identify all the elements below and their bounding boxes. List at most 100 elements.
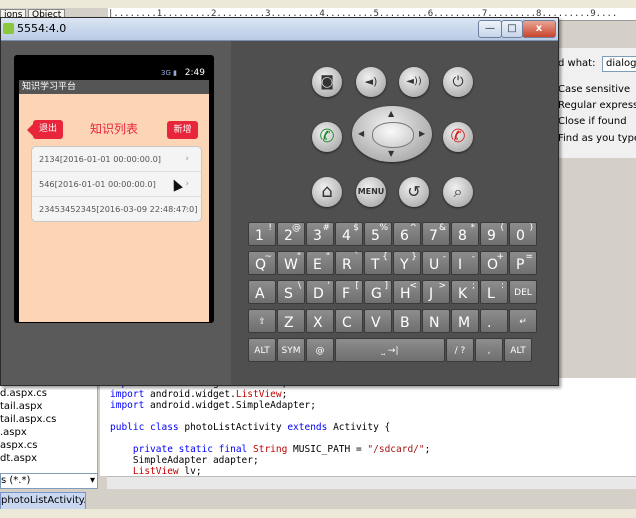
maximize-button[interactable]: □ bbox=[501, 20, 523, 38]
keyboard-key[interactable]: P = bbox=[509, 251, 537, 275]
key-alt-label: & bbox=[438, 223, 446, 233]
volume-down-button[interactable]: ◄) bbox=[356, 67, 386, 97]
list-item[interactable]: dt.aspx bbox=[0, 453, 37, 464]
code-editor[interactable]: import android.widget.TextView;import an… bbox=[100, 378, 636, 476]
keyboard-key[interactable]: ALT bbox=[504, 338, 532, 362]
keyboard-key[interactable]: D ' bbox=[306, 280, 334, 304]
keyboard-key[interactable]: B bbox=[393, 309, 421, 333]
keyboard-key[interactable]: I- bbox=[451, 251, 479, 275]
keyboard-key[interactable]: . bbox=[480, 309, 508, 333]
horizontal-scrollbar[interactable] bbox=[107, 476, 636, 489]
list-item[interactable]: tail.aspx bbox=[0, 401, 42, 412]
list-item[interactable]: aspx.cs bbox=[0, 440, 38, 451]
keyboard-key[interactable]: U- bbox=[422, 251, 450, 275]
home-button[interactable]: ⌂ bbox=[312, 177, 342, 207]
file-filter-select[interactable]: s (*.*) ▾ bbox=[0, 473, 98, 489]
key-label: ⇧ bbox=[258, 317, 266, 327]
key-alt-label: - bbox=[442, 252, 446, 262]
back-hardware-button[interactable]: ↺ bbox=[399, 177, 429, 207]
keyboard-key[interactable]: Z bbox=[277, 309, 305, 333]
keyboard-key[interactable]: ↵ bbox=[509, 309, 537, 333]
add-button[interactable]: 新增 bbox=[167, 121, 198, 139]
keyboard-key[interactable]: 2 @ bbox=[277, 222, 305, 246]
keyboard-key[interactable]: 4 $ bbox=[335, 222, 363, 246]
option-regex[interactable]: Regular expressio bbox=[558, 100, 636, 111]
dpad[interactable]: ▲ ▼ ◀ ▶ bbox=[352, 106, 432, 162]
list-item[interactable]: d.aspx.cs bbox=[0, 388, 47, 399]
keyboard-key[interactable]: Q ~ bbox=[248, 251, 276, 275]
keyboard-key[interactable]: V bbox=[364, 309, 392, 333]
key-label: V bbox=[371, 315, 381, 331]
search-button[interactable]: ⌕ bbox=[443, 177, 473, 207]
key-label: 8 bbox=[458, 228, 467, 244]
chevron-down-icon: ▾ bbox=[89, 475, 95, 486]
call-button[interactable]: ✆ bbox=[312, 122, 342, 152]
keyboard-key[interactable]: ALT bbox=[248, 338, 276, 362]
keyboard-key[interactable]: H < bbox=[393, 280, 421, 304]
dpad-center-button[interactable] bbox=[372, 122, 414, 148]
keyboard-key[interactable]: 0) bbox=[509, 222, 537, 246]
back-button[interactable]: 退出 bbox=[27, 120, 63, 139]
keyboard-key[interactable]: X bbox=[306, 309, 334, 333]
keyboard-key[interactable]: L: bbox=[480, 280, 508, 304]
app-title: 知识学习平台 bbox=[19, 80, 209, 94]
camera-button[interactable]: ◙ bbox=[312, 67, 342, 97]
keyboard-key[interactable]: S \ bbox=[277, 280, 305, 304]
key-label: T bbox=[371, 257, 380, 273]
keyboard-key[interactable]: SYM bbox=[277, 338, 305, 362]
find-what-input[interactable]: dialog bbox=[602, 56, 636, 72]
keyboard-key[interactable]: J > bbox=[422, 280, 450, 304]
keyboard-key[interactable]: 6 ^ bbox=[393, 222, 421, 246]
emulator-titlebar[interactable]: 5554:4.0 — □ x bbox=[1, 18, 558, 41]
keyboard-key[interactable]: 8 * bbox=[451, 222, 479, 246]
keyboard-key[interactable]: 1! bbox=[248, 222, 276, 246]
key-label: M bbox=[458, 315, 471, 331]
menu-button[interactable]: MENU bbox=[356, 177, 386, 207]
keyboard-key[interactable]: 7 & bbox=[422, 222, 450, 246]
option-case-sensitive[interactable]: Case sensitive bbox=[558, 84, 630, 95]
key-alt-label: ' bbox=[327, 281, 330, 291]
keyboard-key[interactable]: N bbox=[422, 309, 450, 333]
keyboard-key[interactable]: A bbox=[248, 280, 276, 304]
end-call-button[interactable]: ✆ bbox=[443, 122, 473, 152]
option-find-as-you-type[interactable]: Find as you type bbox=[558, 133, 636, 144]
dpad-left-icon[interactable]: ◀ bbox=[358, 130, 364, 138]
key-alt-label: } bbox=[411, 252, 417, 262]
dpad-up-icon[interactable]: ▲ bbox=[388, 110, 394, 118]
list-item[interactable]: tail.aspx.cs bbox=[0, 414, 56, 425]
volume-up-button[interactable]: ◄)) bbox=[399, 67, 429, 97]
keyboard-key[interactable]: Y} bbox=[393, 251, 421, 275]
keyboard-key[interactable]: 9( bbox=[480, 222, 508, 246]
keyboard-key[interactable]: ⇧ bbox=[248, 309, 276, 333]
key-alt-label: { bbox=[382, 252, 388, 262]
keyboard-key[interactable]: R ` bbox=[335, 251, 363, 275]
keyboard-key[interactable]: C bbox=[335, 309, 363, 333]
keyboard-key[interactable]: K; bbox=[451, 280, 479, 304]
list-item[interactable]: .aspx bbox=[0, 427, 27, 438]
keyboard-key[interactable]: M bbox=[451, 309, 479, 333]
list-item[interactable]: 23453452345[2016-03-09 22:48:47.0] › bbox=[32, 197, 201, 221]
keyboard-key[interactable]: , bbox=[475, 338, 503, 362]
find-what-label: d what: bbox=[558, 58, 596, 69]
keyboard-key[interactable]: 3 # bbox=[306, 222, 334, 246]
keyboard-key[interactable]: G] bbox=[364, 280, 392, 304]
option-close-if-found[interactable]: Close if found bbox=[558, 116, 627, 127]
keyboard-key[interactable]: F[ bbox=[335, 280, 363, 304]
key-alt-label: * bbox=[470, 223, 476, 233]
document-tab[interactable]: photoListActivity.. bbox=[0, 492, 86, 510]
keyboard-key[interactable]: T{ bbox=[364, 251, 392, 275]
close-button[interactable]: x bbox=[522, 20, 556, 38]
keyboard-key[interactable]: ⎵ →| bbox=[335, 338, 445, 362]
list-item[interactable]: 2134[2016-01-01 00:00:00.0] › bbox=[32, 147, 201, 172]
keyboard-key[interactable]: DEL ⌫ bbox=[509, 280, 537, 322]
dpad-down-icon[interactable]: ▼ bbox=[388, 150, 394, 158]
keyboard-key[interactable]: @ bbox=[306, 338, 334, 362]
power-button[interactable]: ⏻ bbox=[443, 67, 473, 97]
keyboard-key[interactable]: E " bbox=[306, 251, 334, 275]
keyboard-key[interactable]: 5% bbox=[364, 222, 392, 246]
keyboard-key[interactable]: W " bbox=[277, 251, 305, 275]
keyboard-key[interactable]: O + bbox=[480, 251, 508, 275]
dpad-right-icon[interactable]: ▶ bbox=[419, 130, 425, 138]
minimize-button[interactable]: — bbox=[478, 20, 502, 38]
keyboard-key[interactable]: / ? bbox=[446, 338, 474, 362]
